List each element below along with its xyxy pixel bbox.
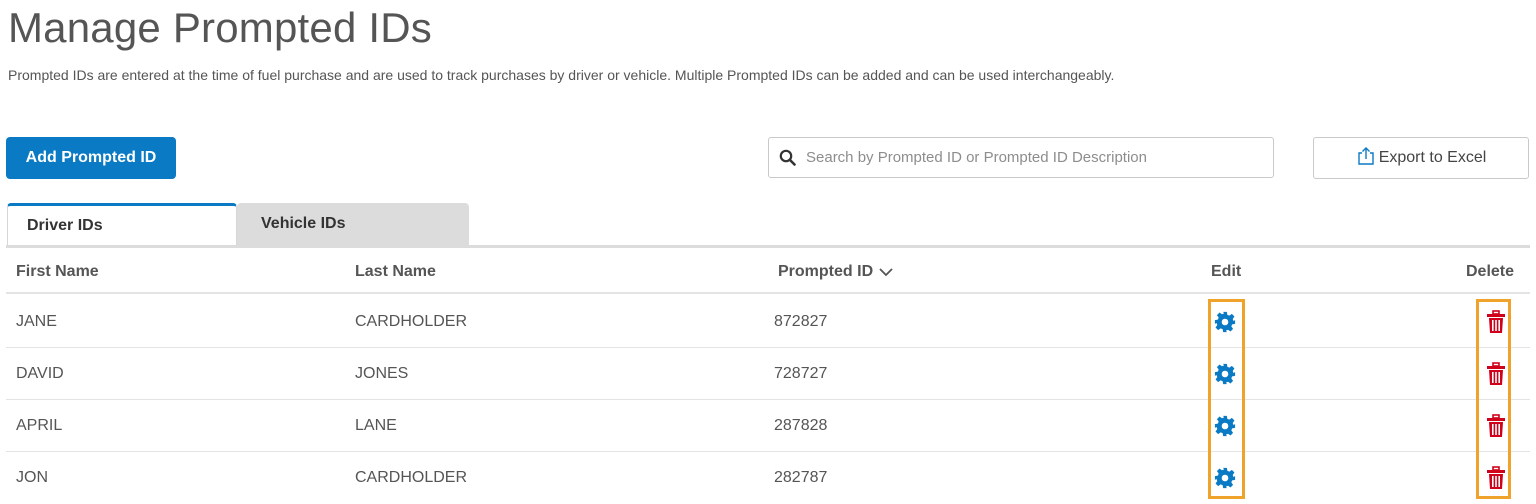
column-header-prompted-id[interactable]: Prompted ID [778,252,895,292]
last-name-cell: CARDHOLDER [355,313,468,330]
column-header-edit: Edit [1211,263,1242,280]
page-title: Manage Prompted IDs [8,4,433,51]
prompted-id-cell: 287828 [774,417,828,434]
header-divider [6,292,1530,294]
first-name-cell: DAVID [16,365,64,382]
table-row: JANE CARDHOLDER 872827 [6,296,1530,348]
delete-column-highlight [1476,299,1511,499]
export-to-excel-button[interactable]: Export to Excel [1313,137,1529,179]
export-upload-icon [1357,147,1374,165]
add-prompted-id-button[interactable]: Add Prompted ID [6,137,176,179]
table-row: APRIL LANE 287828 [6,400,1530,452]
last-name-cell: LANE [355,417,397,434]
search-box[interactable] [768,137,1274,178]
column-header-label: Prompted ID [778,263,874,280]
column-header-delete: Delete [1466,263,1515,280]
tab-vehicle-ids[interactable]: Vehicle IDs [237,203,469,245]
export-label: Export to Excel [1378,149,1487,166]
chevron-down-icon [879,268,893,277]
column-header-last-name[interactable]: Last Name [355,252,436,292]
first-name-cell: JON [16,469,48,486]
tab-label: Driver IDs [27,216,103,234]
prompted-id-cell: 728727 [774,365,828,382]
column-header-first-name[interactable]: First Name [16,252,99,292]
search-icon [779,149,796,166]
tab-label: Vehicle IDs [261,215,346,232]
edit-column-highlight [1208,299,1245,499]
first-name-cell: APRIL [16,417,63,434]
tab-divider [6,245,1530,248]
prompted-id-cell: 872827 [774,313,828,330]
last-name-cell: JONES [355,365,409,382]
table-row: DAVID JONES 728727 [6,348,1530,400]
first-name-cell: JANE [16,313,57,330]
search-input[interactable] [804,148,1248,167]
tab-driver-ids[interactable]: Driver IDs [7,203,237,245]
table-row: JON CARDHOLDER 282787 [6,452,1530,504]
page-description: Prompted IDs are entered at the time of … [8,67,1115,83]
last-name-cell: CARDHOLDER [355,469,468,486]
prompted-id-cell: 282787 [774,469,828,486]
